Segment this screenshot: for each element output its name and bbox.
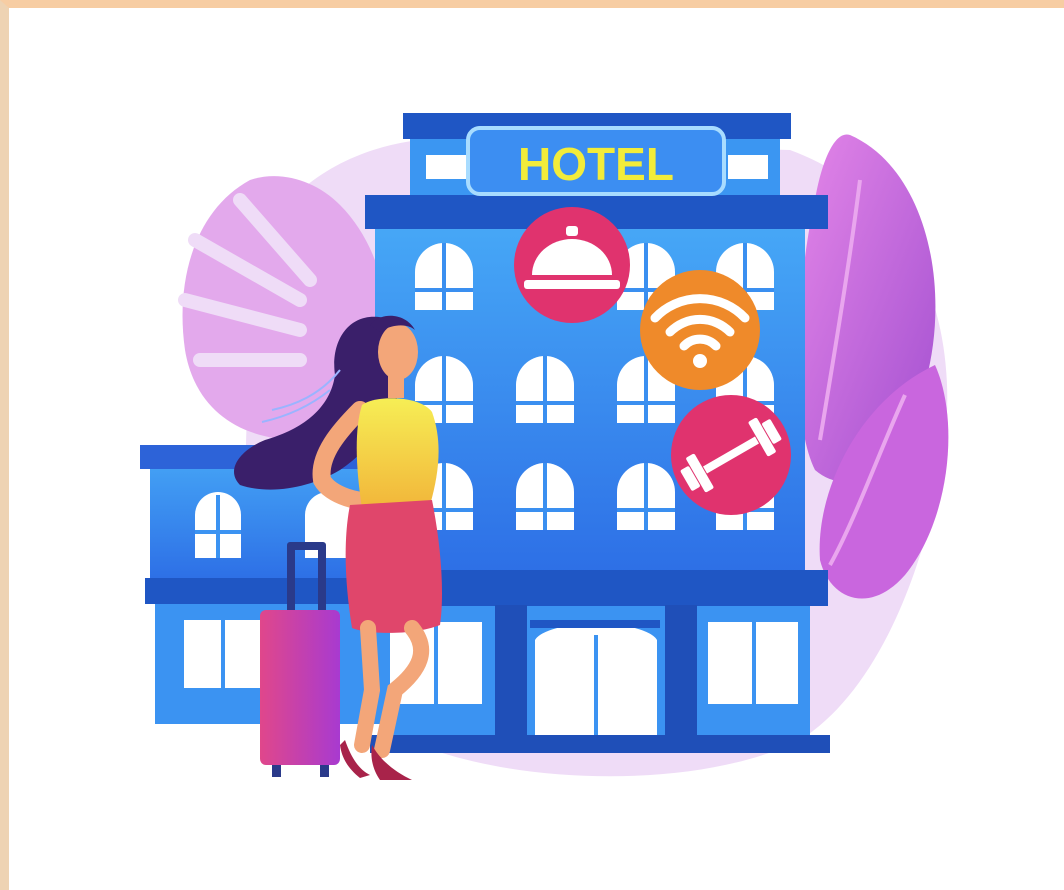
hotel-illustration: HOTEL: [140, 113, 949, 780]
dumbbell-icon: [671, 395, 791, 515]
dining-cloche-icon: [514, 207, 630, 323]
hotel-sign: HOTEL: [466, 126, 726, 196]
wifi-icon: [640, 270, 760, 390]
hotel-sign-text: HOTEL: [518, 138, 674, 190]
